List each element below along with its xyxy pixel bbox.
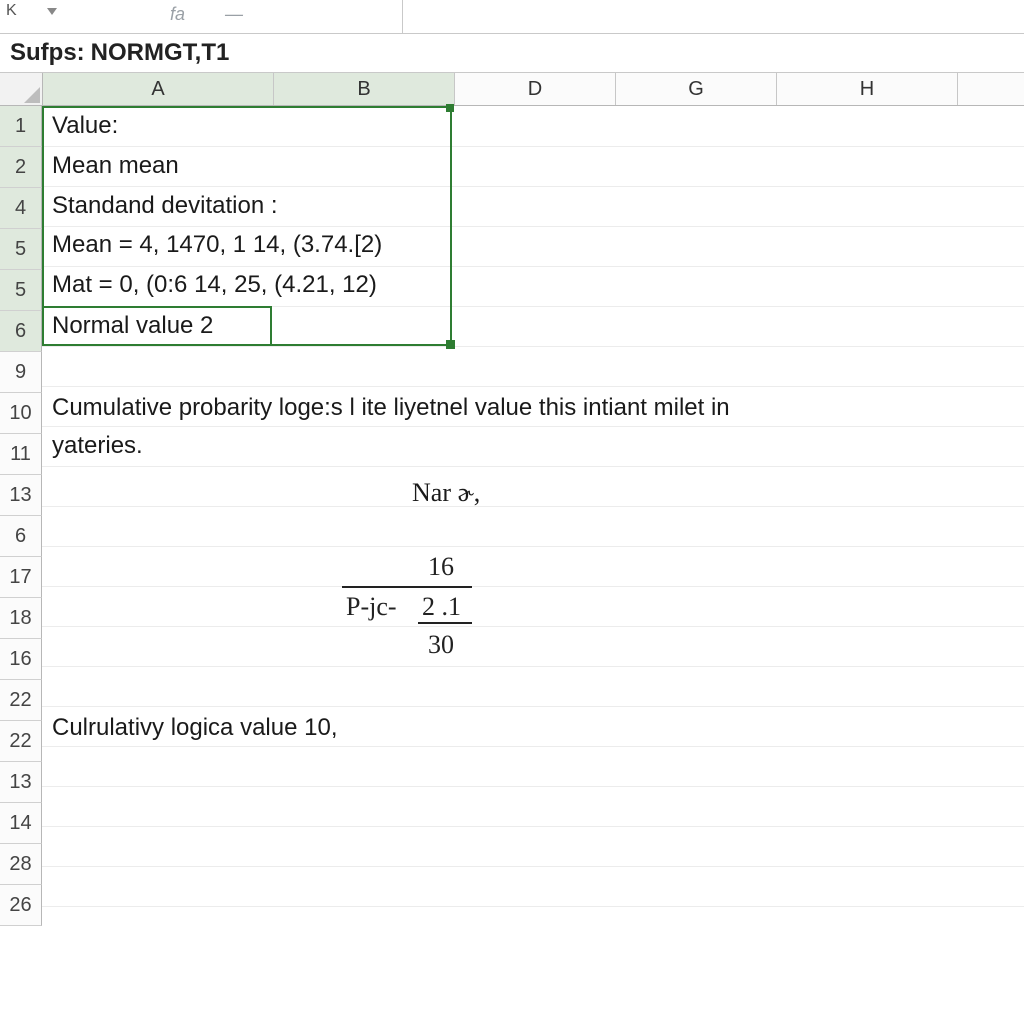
column-header-B[interactable]: B [274, 73, 455, 105]
row-header[interactable]: 10 [0, 393, 42, 434]
name-box-letter[interactable]: K [6, 2, 17, 20]
column-header-G[interactable]: G [616, 73, 777, 105]
cell-a1[interactable]: Value: [52, 112, 118, 140]
column-header-row: A B D G H [0, 73, 1024, 106]
name-box-dropdown-icon[interactable] [47, 8, 57, 15]
row-header[interactable]: 6 [0, 516, 42, 557]
row-header[interactable]: 5 [0, 270, 42, 311]
select-all-corner[interactable] [0, 73, 43, 105]
row-header[interactable]: 6 [0, 311, 42, 352]
fraction-denominator: 30 [428, 628, 454, 662]
toolbar-icon-1[interactable]: fa [170, 4, 185, 25]
row-header[interactable]: 11 [0, 434, 42, 475]
fraction-numerator: 16 [428, 550, 454, 584]
formula-bar-value[interactable]: NORMGT,T1 [91, 39, 230, 67]
row-header[interactable]: 2 [0, 147, 42, 188]
column-header-D[interactable]: D [455, 73, 616, 105]
cell-a6[interactable]: Normal value 2 [52, 312, 213, 340]
cell-a4[interactable]: Mean = 4, 1470, 1 14, (3.74.[2) [52, 231, 382, 259]
row-header[interactable]: 16 [0, 639, 42, 680]
row-header[interactable]: 22 [0, 680, 42, 721]
fraction-bar-bottom [418, 622, 472, 624]
formula-bar-label: Sufps: [10, 39, 85, 67]
spreadsheet[interactable]: A B D G H 1 2 4 5 5 6 9 10 11 13 6 17 18… [0, 73, 1024, 1024]
ribbon-strip: K fa — [0, 0, 1024, 34]
cell-a11[interactable]: yateries. [52, 432, 143, 460]
cell-a22[interactable]: Culrulativy logica value 10, [52, 714, 337, 742]
cell-a2[interactable]: Mean mean [52, 152, 179, 180]
fraction-bar-top [342, 586, 472, 588]
row-header[interactable]: 4 [0, 188, 42, 229]
selection-fill-handle[interactable] [446, 340, 455, 349]
column-header-rest[interactable] [958, 73, 1024, 105]
column-header-A[interactable]: A [43, 73, 274, 105]
toolbar-divider [402, 0, 403, 33]
cell-a3[interactable]: Standand devitation : [52, 192, 278, 220]
toolbar-faint-icons: fa — [170, 4, 243, 25]
fraction-block: 16 P-jc- 2 .1 30 [322, 550, 522, 670]
name-box-area: K [6, 2, 57, 20]
row-header[interactable]: 28 [0, 844, 42, 885]
selection-handle-tr[interactable] [446, 104, 454, 112]
row-header[interactable]: 13 [0, 762, 42, 803]
column-header-H[interactable]: H [777, 73, 958, 105]
toolbar-icon-2[interactable]: — [225, 4, 243, 25]
select-all-triangle-icon [24, 87, 40, 103]
cells-area[interactable]: Value: Mean mean Standand devitation : M… [42, 106, 1024, 926]
row-header[interactable]: 14 [0, 803, 42, 844]
row-header[interactable]: 1 [0, 106, 42, 147]
row-header[interactable]: 26 [0, 885, 42, 926]
cell-a10[interactable]: Cumulative probarity loge:s l ite liyetn… [52, 394, 730, 422]
nar-label: Nar ɚ, [412, 478, 480, 508]
row-header[interactable]: 18 [0, 598, 42, 639]
row-header[interactable]: 17 [0, 557, 42, 598]
row-header[interactable]: 13 [0, 475, 42, 516]
row-header[interactable]: 5 [0, 229, 42, 270]
cell-a5[interactable]: Mat = 0, (0:6 14, 25, (4.21, 12) [52, 271, 377, 299]
row-header[interactable]: 22 [0, 721, 42, 762]
formula-bar[interactable]: Sufps: NORMGT,T1 [0, 34, 1024, 73]
fraction-prefix: P-jc- [346, 590, 397, 624]
row-header-column: 1 2 4 5 5 6 9 10 11 13 6 17 18 16 22 22 … [0, 106, 42, 926]
fraction-mid: 2 .1 [422, 590, 461, 624]
row-header[interactable]: 9 [0, 352, 42, 393]
